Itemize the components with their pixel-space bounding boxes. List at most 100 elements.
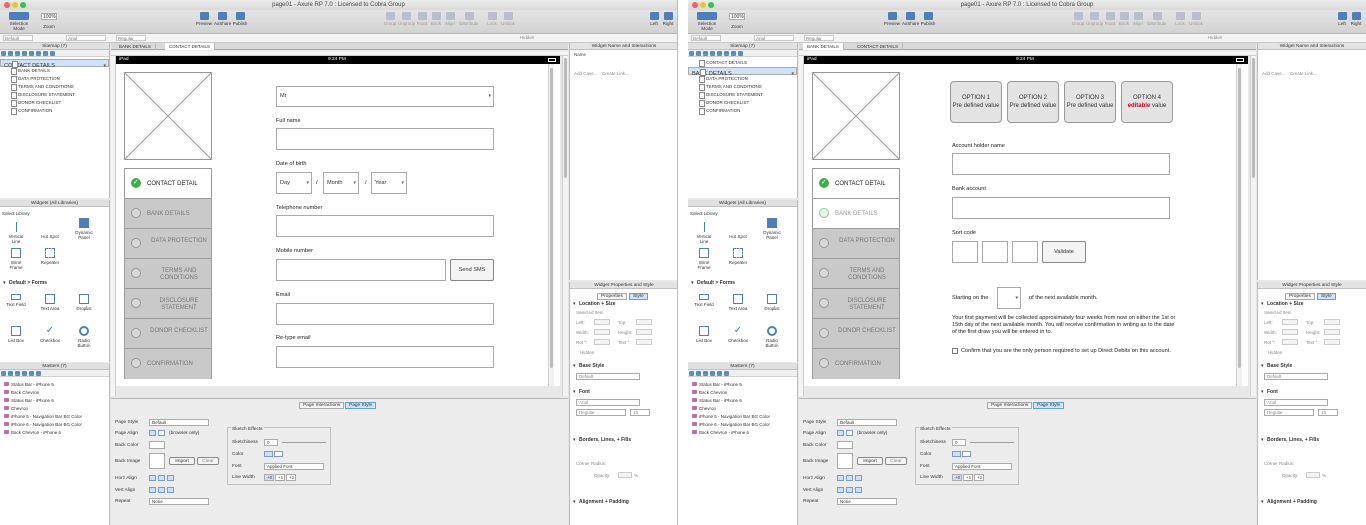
- tab-style[interactable]: Style: [629, 293, 648, 300]
- sitemap-page[interactable]: TERMS AND CONDITIONS: [688, 83, 797, 91]
- forms-section[interactable]: Default > Forms: [688, 279, 797, 287]
- search-icon[interactable]: [738, 51, 743, 56]
- base-style-section[interactable]: Base Style: [1258, 362, 1366, 370]
- sort-code-2[interactable]: [982, 241, 1008, 263]
- tab-bank-details[interactable]: BANK DETAILS: [803, 43, 844, 50]
- canvas-scrollbar[interactable]: [562, 56, 568, 396]
- move-down-icon[interactable]: [22, 51, 27, 56]
- unlock-button[interactable]: Unlock: [1188, 12, 1204, 26]
- master-item[interactable]: iPhone 6 - Navigation Bar BG Color: [688, 421, 770, 428]
- nav-data-protection[interactable]: DATA PROTECTION: [125, 229, 211, 259]
- font-family-select[interactable]: Arial: [576, 399, 640, 406]
- master-item[interactable]: iPhone 5 - Navigation Bar BG Color: [688, 413, 770, 420]
- base-style-section[interactable]: Base Style: [570, 362, 677, 370]
- group-button[interactable]: Group: [382, 12, 398, 26]
- confirm-checkbox[interactable]: [952, 348, 958, 354]
- start-day-select[interactable]: [997, 287, 1021, 309]
- top-input[interactable]: [1324, 319, 1340, 325]
- weight-select[interactable]: Regular: [804, 35, 834, 41]
- widget-repeater[interactable]: Repeater: [726, 248, 750, 265]
- align-button[interactable]: Align: [442, 12, 458, 26]
- ungroup-button[interactable]: Ungroup: [398, 12, 415, 26]
- font-section[interactable]: Font: [1258, 388, 1366, 396]
- sitemap-page[interactable]: DISCLOSURE STATEMENT: [688, 91, 797, 99]
- align-center-toggle[interactable]: [158, 430, 165, 436]
- zoom-dot[interactable]: [708, 2, 714, 8]
- widget-text-area[interactable]: Text Area: [726, 294, 750, 311]
- delete-icon[interactable]: [29, 371, 34, 376]
- vert-top-toggle[interactable]: [837, 487, 844, 493]
- base-style-select[interactable]: Default: [1264, 373, 1328, 380]
- add-page-icon[interactable]: [689, 51, 694, 56]
- sitemap-page[interactable]: TERMS AND CONDITIONS: [0, 83, 109, 91]
- sitemap-page[interactable]: DONOR CHECKLIST: [0, 99, 109, 107]
- text-rotation-input[interactable]: [1324, 339, 1340, 345]
- style-select[interactable]: Default: [691, 35, 721, 41]
- widget-dynamic-panel[interactable]: Dynamic Panel: [72, 218, 96, 240]
- widget-hot-spot[interactable]: Hot Spot: [38, 222, 62, 239]
- master-item[interactable]: iPhone 5 - Navigation Bar BG Color: [0, 413, 82, 420]
- vert-bottom-toggle[interactable]: [167, 487, 174, 493]
- sitemap-page[interactable]: BANK DETAILS: [0, 67, 109, 75]
- lock-button[interactable]: Lock: [1172, 12, 1188, 26]
- retype-email-input[interactable]: [276, 346, 494, 368]
- widget-repeater[interactable]: Repeater: [38, 248, 62, 265]
- zoom-select[interactable]: 100%: [41, 13, 57, 20]
- align-button[interactable]: Align: [1130, 12, 1146, 26]
- back-color-picker[interactable]: [149, 441, 165, 449]
- widget-text-area[interactable]: Text Area: [38, 294, 62, 311]
- height-input[interactable]: [636, 329, 652, 335]
- sitemap-page[interactable]: DATA PROTECTION: [0, 75, 109, 83]
- zoom-dot[interactable]: [20, 2, 26, 8]
- name-field-label[interactable]: Name: [574, 52, 586, 57]
- sitemap-page[interactable]: CONTACT DETAILS: [688, 59, 797, 67]
- location-size-section[interactable]: Location + Size: [570, 300, 677, 308]
- tab-properties[interactable]: Properties: [1285, 293, 1315, 300]
- move-down-icon[interactable]: [710, 51, 715, 56]
- year-select[interactable]: Year: [371, 172, 407, 194]
- repeat-select[interactable]: None: [149, 498, 209, 505]
- import-button[interactable]: Import: [857, 457, 883, 465]
- master-item[interactable]: Back Chevron: [0, 389, 39, 396]
- widget-inline-frame[interactable]: Inline Frame: [692, 248, 716, 270]
- add-folder-icon[interactable]: [696, 51, 701, 56]
- distribute-button[interactable]: Distribute: [458, 12, 480, 26]
- add-master-icon[interactable]: [689, 371, 694, 376]
- weight-select[interactable]: Regular: [116, 35, 146, 41]
- master-item[interactable]: Chevron: [688, 405, 716, 412]
- color-toggle[interactable]: [264, 451, 273, 457]
- widget-text-field[interactable]: Text Field: [4, 294, 28, 307]
- selection-mode-button[interactable]: Selection Mode: [4, 12, 34, 31]
- selection-mode-button[interactable]: Selection Mode: [692, 12, 722, 31]
- month-select[interactable]: Month: [323, 172, 359, 194]
- location-size-section[interactable]: Location + Size: [1258, 300, 1366, 308]
- nav-terms-conditions[interactable]: TERMS AND CONDITIONS: [813, 259, 899, 289]
- align-center-toggle[interactable]: [846, 430, 853, 436]
- validate-button[interactable]: Validate: [1042, 241, 1086, 263]
- clear-button[interactable]: Clear: [197, 457, 219, 465]
- select-library[interactable]: Select Library: [2, 211, 30, 216]
- alignment-section[interactable]: Alignment + Padding: [1258, 498, 1366, 506]
- font-size-select[interactable]: 13: [1318, 409, 1338, 416]
- nav-disclosure[interactable]: DISCLOSURE STATEMENT: [813, 289, 899, 319]
- font-weight-select[interactable]: Regular: [576, 409, 626, 416]
- opacity-input[interactable]: [618, 472, 632, 478]
- sort-code-1[interactable]: [952, 241, 978, 263]
- horz-left-toggle[interactable]: [837, 475, 844, 481]
- option-card-2[interactable]: OPTION 2 Pre defined value: [1007, 81, 1059, 123]
- page-style-select[interactable]: Default: [837, 419, 897, 426]
- vert-bottom-toggle[interactable]: [855, 487, 862, 493]
- nav-donor-checklist[interactable]: DONOR CHECKLIST: [125, 319, 211, 349]
- align-left-toggle[interactable]: [837, 430, 844, 436]
- design-canvas[interactable]: iPad 9:24 PM CONTACT DETAIL BANK DETAILS…: [116, 56, 560, 386]
- width-input[interactable]: [1282, 329, 1298, 335]
- outdent-icon[interactable]: [724, 51, 729, 56]
- back-color-picker[interactable]: [837, 441, 853, 449]
- nav-data-protection[interactable]: DATA PROTECTION: [813, 229, 899, 259]
- horz-right-toggle[interactable]: [855, 475, 862, 481]
- minimize-dot[interactable]: [12, 2, 18, 8]
- bank-account-input[interactable]: [952, 197, 1170, 219]
- master-item[interactable]: Back Chevron: [688, 389, 727, 396]
- widget-droplist[interactable]: Droplist: [760, 294, 784, 311]
- close-dot[interactable]: [4, 2, 10, 8]
